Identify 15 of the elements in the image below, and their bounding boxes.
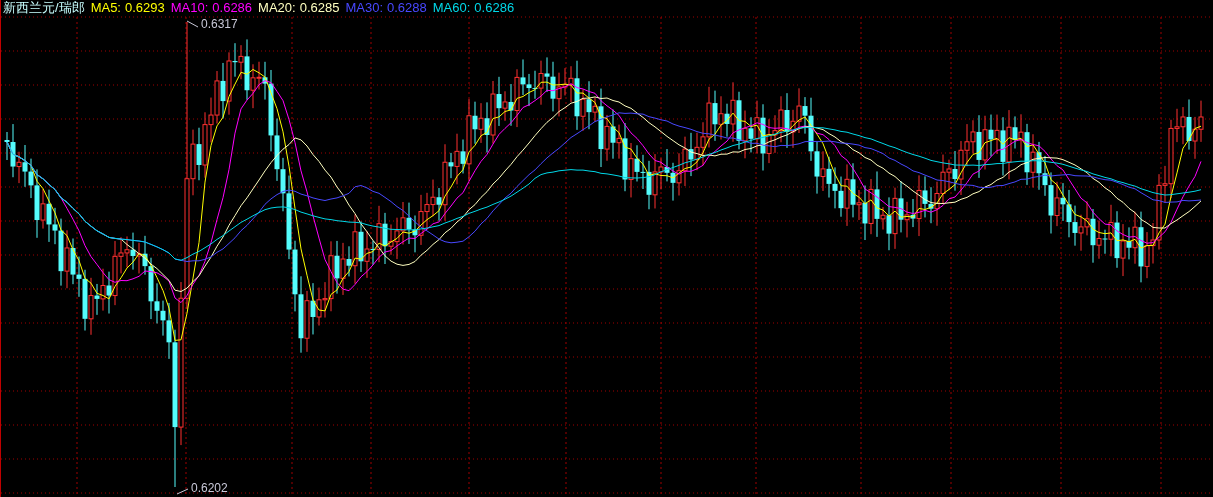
moving-average-value: 0.6286 (474, 0, 515, 16)
moving-average-label: MA60: (432, 0, 471, 16)
low-price-label: 0.6202 (191, 481, 228, 495)
moving-average-value: 0.6293 (124, 0, 165, 16)
moving-average-label: MA5: (90, 0, 121, 16)
high-price-label: 0.6317 (201, 17, 238, 31)
moving-average-value: 0.6286 (212, 0, 253, 16)
moving-average-label: MA10: (170, 0, 209, 16)
leader-line (186, 20, 199, 28)
moving-average-label: MA30: (345, 0, 383, 16)
leader-line (176, 488, 189, 495)
moving-average-label: MA20: (258, 0, 296, 16)
instrument-title: 新西兰元/瑞郎 (3, 0, 85, 16)
moving-average-value: 0.6285 (299, 0, 340, 16)
moving-average-value: 0.6288 (387, 0, 427, 16)
